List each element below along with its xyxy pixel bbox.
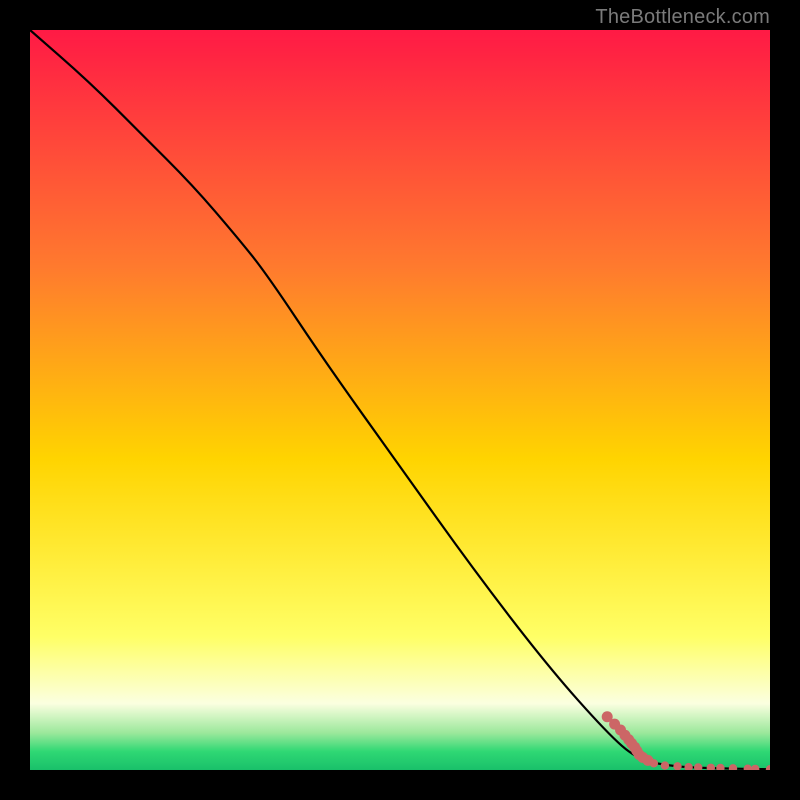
marker-dot — [716, 764, 724, 770]
chart-overlay-svg — [30, 30, 770, 770]
chart-container: TheBottleneck.com — [0, 0, 800, 800]
marker-dot — [684, 763, 692, 770]
marker-dot — [707, 764, 715, 770]
marker-dot — [744, 764, 752, 770]
marker-dot — [766, 765, 770, 770]
watermark-text: TheBottleneck.com — [595, 6, 770, 29]
marker-group — [602, 711, 770, 770]
curve-line — [30, 30, 770, 769]
marker-dot — [661, 761, 669, 769]
plot-area — [30, 30, 770, 770]
marker-dot — [650, 759, 658, 767]
marker-dot — [729, 764, 737, 770]
marker-dot — [673, 762, 681, 770]
marker-dot — [694, 763, 702, 770]
marker-dot — [751, 765, 759, 770]
